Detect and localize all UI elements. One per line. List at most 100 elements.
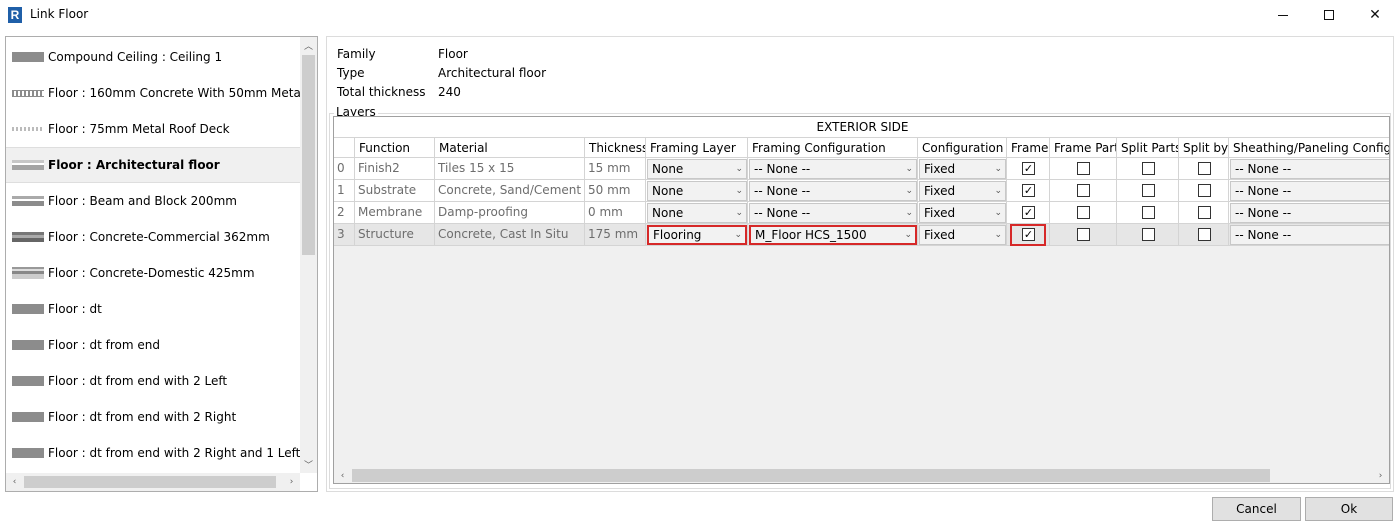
type-label: Type: [337, 66, 365, 80]
scroll-up-icon[interactable]: ︿: [300, 37, 317, 54]
list-item[interactable]: Floor : Concrete-Domestic 425mm: [6, 255, 300, 291]
framing-configuration-dropdown-value: M_Floor HCS_1500: [755, 228, 867, 242]
function-cell[interactable]: Membrane: [355, 202, 435, 224]
configuration-dropdown-value: Fixed: [924, 206, 956, 220]
list-item[interactable]: Floor : dt from end with 2 Right and 1 L…: [6, 435, 300, 471]
frame-part-checkbox[interactable]: [1077, 228, 1090, 241]
scroll-left-icon[interactable]: ‹: [6, 473, 23, 491]
maximize-button[interactable]: [1306, 0, 1352, 30]
chevron-down-icon: ⌄: [905, 164, 913, 174]
material-cell[interactable]: Tiles 15 x 15: [435, 158, 585, 180]
sheathing-configuration-dropdown[interactable]: -- None --: [1230, 159, 1389, 179]
framing-layer-dropdown-value: None: [652, 184, 684, 198]
sheathing-configuration-dropdown-value: -- None --: [1235, 206, 1292, 220]
configuration-dropdown[interactable]: Fixed ⌄: [919, 203, 1006, 223]
list-item[interactable]: Floor : Beam and Block 200mm: [6, 183, 300, 219]
frame-part-checkbox[interactable]: [1077, 206, 1090, 219]
split-by-checkbox[interactable]: [1198, 206, 1211, 219]
material-cell[interactable]: Concrete, Cast In Situ: [435, 224, 585, 246]
scroll-down-icon[interactable]: ﹀: [300, 456, 317, 473]
list-item-label: Floor : dt from end with 2 Right: [48, 410, 237, 424]
grid-scroll-thumb[interactable]: [352, 469, 1270, 482]
split-parts-checkbox[interactable]: [1142, 184, 1155, 197]
thickness-cell[interactable]: 50 mm: [585, 180, 646, 202]
sheathing-configuration-dropdown[interactable]: -- None --: [1230, 181, 1389, 201]
family-label: Family: [337, 47, 376, 61]
thickness-cell[interactable]: 15 mm: [585, 158, 646, 180]
sheathing-configuration-dropdown[interactable]: -- None --: [1230, 225, 1389, 245]
minimize-button[interactable]: [1260, 0, 1306, 30]
thickness-cell[interactable]: 0 mm: [585, 202, 646, 224]
list-item[interactable]: Compound Ceiling : Ceiling 1: [6, 39, 300, 75]
layers-grid[interactable]: EXTERIOR SIDE Function Material Thickness F…: [333, 116, 1390, 484]
chevron-down-icon: ⌄: [734, 230, 742, 240]
table-row[interactable]: 1 Substrate Concrete, Sand/Cement Sc 50 mm N…: [334, 180, 1389, 202]
exterior-side-label: EXTERIOR SIDE: [334, 117, 1389, 137]
configuration-dropdown[interactable]: Fixed ⌄: [919, 159, 1006, 179]
list-item[interactable]: Floor : Architectural floor: [6, 147, 300, 183]
split-parts-checkbox[interactable]: [1142, 162, 1155, 175]
ok-button[interactable]: Ok: [1305, 497, 1393, 521]
close-button[interactable]: ✕: [1352, 0, 1398, 30]
list-horizontal-scrollbar[interactable]: ‹ ›: [6, 473, 300, 491]
framing-configuration-dropdown[interactable]: -- None -- ⌄: [749, 181, 917, 201]
function-cell[interactable]: Substrate: [355, 180, 435, 202]
framing-layer-dropdown[interactable]: None ⌄: [647, 159, 747, 179]
material-swatch-icon: [12, 340, 44, 350]
scroll-right-icon[interactable]: ›: [283, 473, 300, 491]
thickness-cell[interactable]: 175 mm: [585, 224, 646, 246]
grid-scroll-right-icon[interactable]: ›: [1372, 467, 1389, 483]
header-split-parts: Split Parts: [1117, 137, 1179, 158]
material-cell[interactable]: Concrete, Sand/Cement Sc: [435, 180, 585, 202]
table-row[interactable]: 0 Finish2 Tiles 15 x 15 15 mm None ⌄ -- None -…: [334, 158, 1389, 180]
header-sheathing-configuration: Sheathing/Paneling Configuration: [1229, 137, 1389, 158]
list-item[interactable]: Floor : 160mm Concrete With 50mm Metal D…: [6, 75, 317, 111]
frame-part-checkbox[interactable]: [1077, 184, 1090, 197]
framing-configuration-dropdown[interactable]: -- None -- ⌄: [749, 203, 917, 223]
framing-layer-dropdown[interactable]: Flooring ⌄: [647, 225, 747, 245]
cancel-button[interactable]: Cancel: [1212, 497, 1301, 521]
list-item-label: Floor : dt from end: [48, 338, 161, 352]
framing-configuration-dropdown[interactable]: M_Floor HCS_1500 ⌄: [749, 225, 917, 245]
grid-horizontal-scrollbar[interactable]: ‹ ›: [334, 467, 1389, 483]
type-value: Architectural floor: [438, 66, 547, 80]
split-by-checkbox[interactable]: [1198, 228, 1211, 241]
split-by-checkbox[interactable]: [1198, 184, 1211, 197]
configuration-dropdown[interactable]: Fixed ⌄: [919, 181, 1006, 201]
window-title: Link Floor: [30, 7, 89, 21]
list-vertical-scrollbar[interactable]: ︿ ﹀: [300, 37, 317, 473]
list-item[interactable]: Floor : dt from end with 2 Right: [6, 399, 300, 435]
total-thickness-value: 240: [438, 85, 461, 99]
list-item[interactable]: Floor : dt from end: [6, 327, 300, 363]
list-hscroll-thumb[interactable]: [24, 476, 276, 488]
list-item-label: Floor : 75mm Metal Roof Deck: [48, 122, 230, 136]
frame-checkbox[interactable]: ✓: [1022, 206, 1035, 219]
title-bar: R Link Floor ✕: [0, 0, 1398, 30]
material-swatch-icon: [12, 412, 44, 422]
split-by-checkbox[interactable]: [1198, 162, 1211, 175]
list-item[interactable]: Floor : dt: [6, 291, 300, 327]
list-item[interactable]: Floor : 75mm Metal Roof Deck: [6, 111, 300, 147]
list-scroll-thumb[interactable]: [302, 55, 315, 255]
grid-scroll-left-icon[interactable]: ‹: [334, 467, 351, 483]
function-cell[interactable]: Finish2: [355, 158, 435, 180]
framing-layer-dropdown[interactable]: None ⌄: [647, 203, 747, 223]
configuration-dropdown[interactable]: Fixed ⌄: [919, 225, 1006, 245]
list-item-label: Floor : Beam and Block 200mm: [48, 194, 237, 208]
frame-part-checkbox[interactable]: [1077, 162, 1090, 175]
frame-checkbox[interactable]: ✓: [1022, 184, 1035, 197]
split-parts-checkbox[interactable]: [1142, 228, 1155, 241]
frame-checkbox[interactable]: ✓: [1022, 162, 1035, 175]
split-parts-checkbox[interactable]: [1142, 206, 1155, 219]
material-cell[interactable]: Damp-proofing: [435, 202, 585, 224]
sheathing-configuration-dropdown[interactable]: -- None --: [1230, 203, 1389, 223]
function-cell[interactable]: Structure: [355, 224, 435, 246]
framing-layer-dropdown[interactable]: None ⌄: [647, 181, 747, 201]
material-swatch-icon: [12, 232, 44, 242]
framing-configuration-dropdown[interactable]: -- None -- ⌄: [749, 159, 917, 179]
table-row[interactable]: 2 Membrane Damp-proofing 0 mm None ⌄ -- None -…: [334, 202, 1389, 224]
list-item[interactable]: Floor : Concrete-Commercial 362mm: [6, 219, 300, 255]
floor-type-list[interactable]: Compound Ceiling : Ceiling 1 Floor : 160m…: [5, 36, 318, 492]
list-item[interactable]: Floor : dt from end with 2 Left: [6, 363, 300, 399]
table-row[interactable]: 3 Structure Concrete, Cast In Situ 175 mm Fl…: [334, 224, 1389, 246]
